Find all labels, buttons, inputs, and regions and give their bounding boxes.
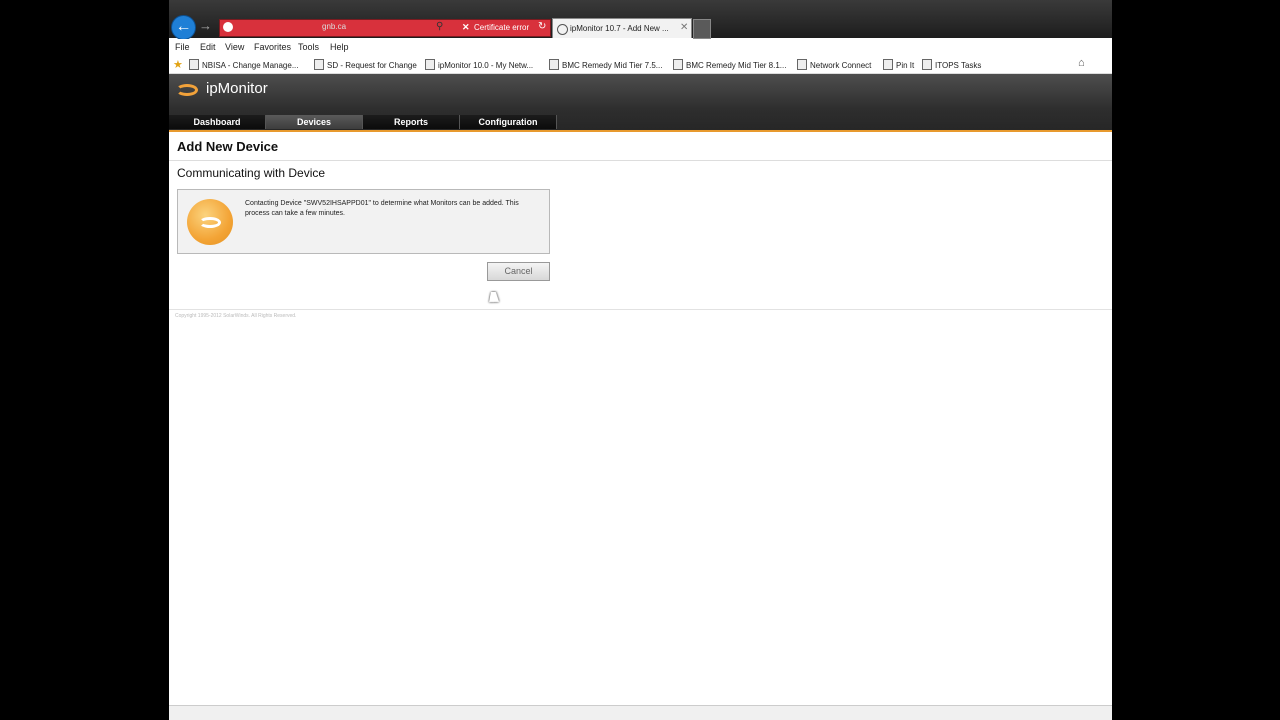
nav-devices[interactable]: Devices: [266, 115, 363, 129]
section-title: Communicating with Device: [177, 166, 326, 180]
favorite-item[interactable]: ipMonitor 10.0 - My Netw...: [425, 59, 533, 70]
eye-logo-icon: [176, 84, 198, 96]
browser-window: ← → gnb.ca ⚲ ✕ Certificate error ↻ ipMon…: [169, 0, 1112, 720]
progress-message-box: Contacting Device "SWV52IHSAPPD01" to de…: [177, 189, 550, 254]
nav-reports[interactable]: Reports: [363, 115, 460, 129]
favorite-item[interactable]: NBISA - Change Manage...: [189, 59, 299, 70]
back-arrow-icon[interactable]: ←: [171, 15, 196, 40]
site-icon: [223, 22, 233, 32]
ipmonitor-eye-icon: [187, 199, 233, 245]
brand-name: ipMonitor: [206, 80, 268, 97]
favorites-star-icon[interactable]: ★: [173, 58, 183, 71]
tab-title: ipMonitor 10.7 - Add New ...: [570, 24, 669, 33]
browser-title-bar: ← → gnb.ca ⚲ ✕ Certificate error ↻ ipMon…: [169, 0, 1112, 40]
address-bar[interactable]: gnb.ca ⚲ ✕ Certificate error ↻: [219, 19, 551, 37]
browser-tab[interactable]: ipMonitor 10.7 - Add New ... ✕: [552, 18, 692, 38]
nav-configuration[interactable]: Configuration: [460, 115, 557, 129]
certificate-error-label[interactable]: Certificate error: [474, 23, 529, 32]
nav-accent-line: [169, 130, 1112, 132]
close-tab-icon[interactable]: ✕: [680, 22, 688, 33]
reload-icon[interactable]: ↻: [538, 21, 546, 32]
mouse-cursor-icon: [489, 292, 501, 302]
progress-message: Contacting Device "SWV52IHSAPPD01" to de…: [245, 200, 519, 217]
certificate-error-icon[interactable]: ✕: [462, 22, 470, 33]
browser-status-bar: [169, 705, 1112, 720]
menu-bar: File Edit View Favorites Tools Help: [169, 39, 1112, 55]
new-tab-button[interactable]: [693, 19, 711, 39]
search-icon[interactable]: ⚲: [436, 21, 443, 32]
forward-arrow-icon[interactable]: →: [199, 18, 212, 33]
page-title: Add New Device: [177, 139, 279, 154]
page-title-bar: Add New Device: [169, 133, 1112, 161]
favorite-item[interactable]: Pin It: [883, 59, 914, 70]
footer-divider: [169, 309, 1112, 310]
cancel-button[interactable]: Cancel: [487, 262, 550, 281]
menu-help[interactable]: Help: [330, 42, 349, 52]
favorite-item[interactable]: SD - Request for Change: [314, 59, 417, 70]
tab-favicon: [557, 24, 568, 35]
address-url: gnb.ca: [322, 22, 347, 31]
home-icon[interactable]: ⌂: [1078, 57, 1085, 69]
main-nav: Dashboard Devices Reports Configuration: [169, 115, 1112, 130]
menu-view[interactable]: View: [225, 42, 244, 52]
favorites-bar: ★ NBISA - Change Manage... SD - Request …: [169, 55, 1112, 74]
nav-dashboard[interactable]: Dashboard: [169, 115, 266, 129]
menu-edit[interactable]: Edit: [200, 42, 216, 52]
menu-file[interactable]: File: [175, 42, 190, 52]
favorite-item[interactable]: Network Connect: [797, 59, 871, 70]
menu-tools[interactable]: Tools: [298, 42, 319, 52]
favorite-item[interactable]: BMC Remedy Mid Tier 8.1...: [673, 59, 786, 70]
favorite-item[interactable]: BMC Remedy Mid Tier 7.5...: [549, 59, 662, 70]
copyright-text: Copyright 1995-2012 SolarWinds. All Righ…: [175, 313, 297, 319]
menu-favorites[interactable]: Favorites: [254, 42, 291, 52]
favorite-item[interactable]: ITOPS Tasks: [922, 59, 981, 70]
